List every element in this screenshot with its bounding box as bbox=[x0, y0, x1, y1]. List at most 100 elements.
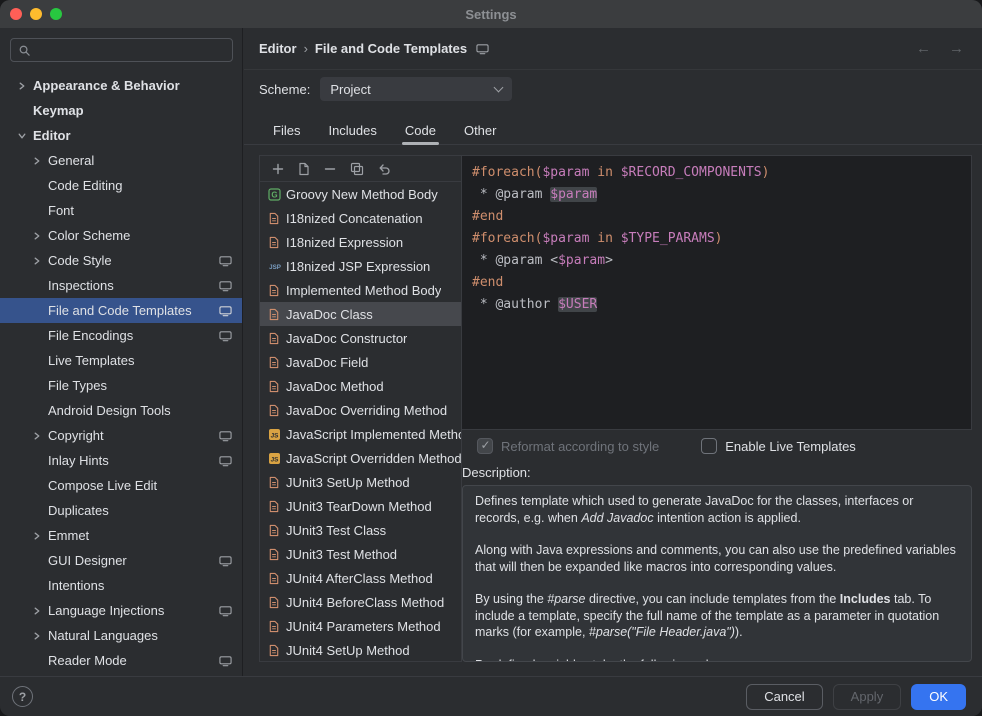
tab-other[interactable]: Other bbox=[450, 117, 511, 144]
sidebar-item-reader-mode[interactable]: Reader Mode bbox=[0, 648, 242, 673]
settings-search-input[interactable] bbox=[10, 38, 233, 62]
template-item-javascript-implemented-method[interactable]: JSJavaScript Implemented Method bbox=[260, 422, 461, 446]
template-icon bbox=[268, 356, 286, 369]
sidebar-item-appearance-behavior[interactable]: Appearance & Behavior bbox=[0, 73, 242, 98]
template-item-junit3-test-method[interactable]: JUnit3 Test Method bbox=[260, 542, 461, 566]
sidebar-item-file-encodings[interactable]: File Encodings bbox=[0, 323, 242, 348]
sidebar-item-code-style[interactable]: Code Style bbox=[0, 248, 242, 273]
template-item-junit4-setup-method[interactable]: JUnit4 SetUp Method bbox=[260, 638, 461, 661]
sidebar-item-label: Language Injections bbox=[48, 603, 164, 618]
template-item-junit3-teardown-method[interactable]: JUnit3 TearDown Method bbox=[260, 494, 461, 518]
sidebar-item-label: Color Scheme bbox=[48, 228, 130, 243]
sidebar-item-font[interactable]: Font bbox=[0, 198, 242, 223]
template-icon bbox=[268, 500, 286, 513]
sidebar-item-duplicates[interactable]: Duplicates bbox=[0, 498, 242, 523]
cancel-button[interactable]: Cancel bbox=[746, 684, 822, 710]
template-item-junit4-afterclass-method[interactable]: JUnit4 AfterClass Method bbox=[260, 566, 461, 590]
copy-icon[interactable] bbox=[350, 162, 364, 176]
scheme-select[interactable]: Project bbox=[320, 77, 512, 101]
template-item-i18nized-expression[interactable]: I18nized Expression bbox=[260, 230, 461, 254]
code-line: #foreach($param in $RECORD_COMPONENTS) bbox=[472, 162, 971, 184]
remove-icon[interactable] bbox=[323, 162, 337, 176]
sidebar-item-android-design-tools[interactable]: Android Design Tools bbox=[0, 398, 242, 423]
sidebar-item-color-scheme[interactable]: Color Scheme bbox=[0, 223, 242, 248]
template-item-groovy-new-method-body[interactable]: GGroovy New Method Body bbox=[260, 182, 461, 206]
sidebar-item-inspections[interactable]: Inspections bbox=[0, 273, 242, 298]
tab-includes[interactable]: Includes bbox=[314, 117, 390, 144]
sidebar-item-live-templates[interactable]: Live Templates bbox=[0, 348, 242, 373]
template-item-junit4-parameters-method[interactable]: JUnit4 Parameters Method bbox=[260, 614, 461, 638]
chevron-right-icon[interactable] bbox=[33, 432, 48, 440]
ok-button[interactable]: OK bbox=[911, 684, 966, 710]
template-item-javascript-overridden-method[interactable]: JSJavaScript Overridden Method bbox=[260, 446, 461, 470]
svg-text:JS: JS bbox=[271, 456, 280, 463]
sidebar-item-inlay-hints[interactable]: Inlay Hints bbox=[0, 448, 242, 473]
tab-files[interactable]: Files bbox=[259, 117, 314, 144]
template-item-label: JUnit4 BeforeClass Method bbox=[286, 595, 444, 610]
settings-sidebar: Appearance & BehaviorKeymapEditorGeneral… bbox=[0, 28, 243, 676]
chevron-right-icon[interactable] bbox=[33, 532, 48, 540]
minimize-window-button[interactable] bbox=[30, 8, 42, 20]
template-item-javadoc-class[interactable]: JavaDoc Class bbox=[260, 302, 461, 326]
chevron-right-icon[interactable] bbox=[33, 257, 48, 265]
sidebar-item-intentions[interactable]: Intentions bbox=[0, 573, 242, 598]
help-button[interactable]: ? bbox=[12, 686, 33, 707]
template-editor[interactable]: #foreach($param in $RECORD_COMPONENTS) *… bbox=[462, 155, 972, 430]
template-item-label: JUnit4 SetUp Method bbox=[286, 643, 410, 658]
tab-code[interactable]: Code bbox=[391, 117, 450, 144]
template-item-javadoc-field[interactable]: JavaDoc Field bbox=[260, 350, 461, 374]
forward-icon[interactable] bbox=[949, 40, 964, 57]
template-item-label: JavaDoc Overriding Method bbox=[286, 403, 447, 418]
template-item-label: I18nized JSP Expression bbox=[286, 259, 430, 274]
enable-live-templates-checkbox[interactable] bbox=[701, 438, 717, 454]
template-item-javadoc-method[interactable]: JavaDoc Method bbox=[260, 374, 461, 398]
enable-live-templates-option[interactable]: Enable Live Templates bbox=[701, 438, 856, 454]
breadcrumb-item-editor[interactable]: Editor bbox=[259, 41, 297, 56]
sidebar-item-file-and-code-templates[interactable]: File and Code Templates bbox=[0, 298, 242, 323]
reformat-label: Reformat according to style bbox=[501, 439, 659, 454]
js-icon: JS bbox=[268, 428, 286, 441]
chevron-right-icon[interactable] bbox=[33, 232, 48, 240]
zoom-window-button[interactable] bbox=[50, 8, 62, 20]
sidebar-item-label: File Types bbox=[48, 378, 107, 393]
template-item-label: I18nized Concatenation bbox=[286, 211, 423, 226]
applied-settings-icon bbox=[219, 655, 232, 667]
chevron-right-icon[interactable] bbox=[18, 82, 33, 90]
template-icon bbox=[268, 548, 286, 561]
sidebar-item-keymap[interactable]: Keymap bbox=[0, 98, 242, 123]
scheme-label: Scheme: bbox=[259, 82, 310, 97]
sidebar-item-emmet[interactable]: Emmet bbox=[0, 523, 242, 548]
chevron-right-icon[interactable] bbox=[33, 157, 48, 165]
chevron-right-icon[interactable] bbox=[33, 632, 48, 640]
template-item-i18nized-concatenation[interactable]: I18nized Concatenation bbox=[260, 206, 461, 230]
chevron-down-icon[interactable] bbox=[18, 132, 33, 140]
applied-settings-icon bbox=[219, 455, 232, 467]
sidebar-item-language-injections[interactable]: Language Injections bbox=[0, 598, 242, 623]
template-item-junit3-test-class[interactable]: JUnit3 Test Class bbox=[260, 518, 461, 542]
template-item-implemented-method-body[interactable]: Implemented Method Body bbox=[260, 278, 461, 302]
sidebar-item-copyright[interactable]: Copyright bbox=[0, 423, 242, 448]
chevron-right-icon[interactable] bbox=[33, 607, 48, 615]
template-list-toolbar bbox=[260, 156, 461, 182]
reset-icon[interactable] bbox=[377, 162, 391, 176]
sidebar-item-editor[interactable]: Editor bbox=[0, 123, 242, 148]
sidebar-item-gui-designer[interactable]: GUI Designer bbox=[0, 548, 242, 573]
template-item-junit4-beforeclass-method[interactable]: JUnit4 BeforeClass Method bbox=[260, 590, 461, 614]
sidebar-item-code-editing[interactable]: Code Editing bbox=[0, 173, 242, 198]
sidebar-item-natural-languages[interactable]: Natural Languages bbox=[0, 623, 242, 648]
close-window-button[interactable] bbox=[10, 8, 22, 20]
template-icon bbox=[268, 284, 286, 297]
add-icon[interactable] bbox=[271, 162, 285, 176]
back-icon[interactable] bbox=[916, 40, 931, 57]
template-item-javadoc-constructor[interactable]: JavaDoc Constructor bbox=[260, 326, 461, 350]
template-item-javadoc-overriding-method[interactable]: JavaDoc Overriding Method bbox=[260, 398, 461, 422]
template-item-i18nized-jsp-expression[interactable]: JSPI18nized JSP Expression bbox=[260, 254, 461, 278]
sidebar-item-compose-live-edit[interactable]: Compose Live Edit bbox=[0, 473, 242, 498]
create-child-template-icon[interactable] bbox=[298, 162, 310, 176]
sidebar-item-general[interactable]: General bbox=[0, 148, 242, 173]
breadcrumb-separator: › bbox=[304, 41, 308, 56]
template-item-junit3-setup-method[interactable]: JUnit3 SetUp Method bbox=[260, 470, 461, 494]
settings-navigation bbox=[916, 40, 964, 57]
applied-settings-icon bbox=[219, 555, 232, 567]
sidebar-item-file-types[interactable]: File Types bbox=[0, 373, 242, 398]
